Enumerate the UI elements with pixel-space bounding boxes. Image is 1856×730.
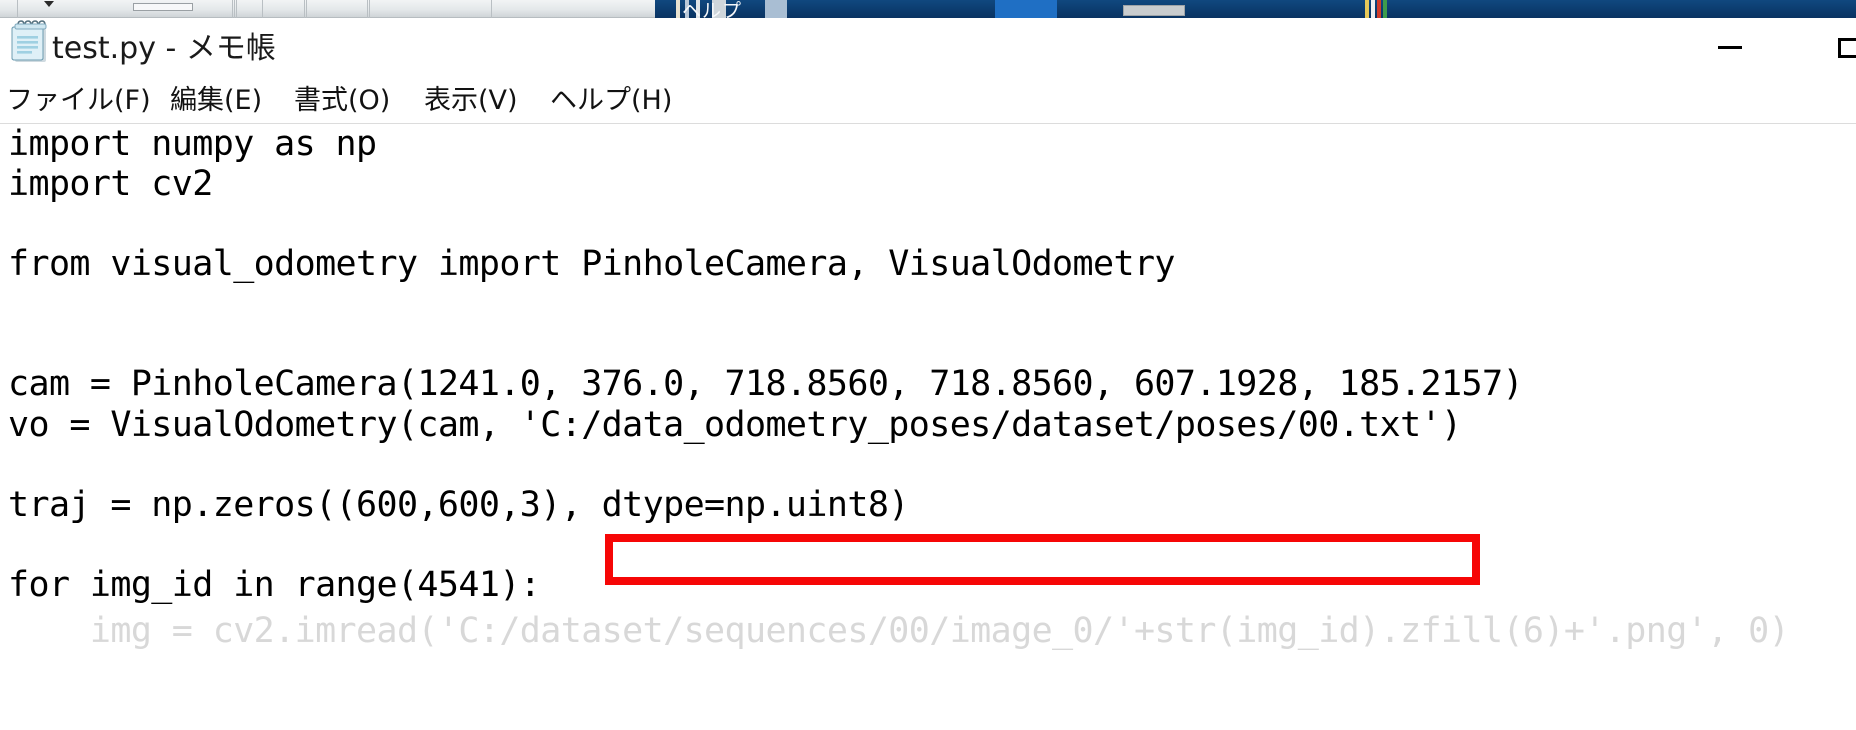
background-ribbon-divider-2 [234, 0, 235, 18]
background-accent-stripe-1 [676, 0, 680, 18]
minimize-icon [1718, 46, 1742, 49]
background-titlebar [655, 0, 1856, 18]
code-line-8: vo = VisualOdometry(cam, 'C:/data_odomet… [8, 405, 1462, 445]
background-ribbon-divider-8 [369, 0, 370, 18]
background-ribbon-divider-10 [17, 0, 18, 18]
menu-item-help[interactable]: ヘルプ(H) [550, 78, 672, 117]
background-ribbon-divider-1 [232, 0, 233, 18]
code-line-12: for img_id in range(4541): [8, 565, 541, 605]
notepad-titlebar[interactable]: test.py - メモ帳 [0, 18, 1856, 78]
code-line-2: import cv2 [8, 164, 213, 204]
maximize-button[interactable] [1822, 18, 1856, 76]
background-tab-2[interactable] [995, 0, 1057, 18]
notepad-text-area[interactable]: import numpy as np import cv2 from visua… [0, 124, 1856, 730]
background-tab-1[interactable] [765, 0, 787, 18]
background-ribbon-divider-9 [491, 0, 492, 18]
background-ribbon-divider-3 [236, 0, 237, 18]
menu-item-view[interactable]: 表示(V) [424, 78, 518, 117]
menu-item-file[interactable]: ファイル(F) [6, 78, 151, 117]
background-ribbon-control-1[interactable] [133, 3, 193, 11]
background-accent-stripe-6 [1371, 0, 1375, 18]
background-dropdown-caret-icon[interactable] [44, 1, 54, 7]
background-ribbon-divider-5 [304, 0, 305, 18]
background-accent-stripe-7 [1377, 0, 1381, 18]
code-line-4: from visual_odometry import PinholeCamer… [8, 244, 1176, 284]
notepad-menubar: ファイル(F) 編集(E) 書式(O) 表示(V) ヘルプ(H) [0, 78, 1856, 124]
minimize-button[interactable] [1692, 18, 1774, 76]
code-line-13-partial: img = cv2.imread('C:/dataset/sequences/0… [8, 611, 1790, 651]
window-title: test.py - メモ帳 [52, 31, 276, 66]
background-ribbon-divider-7 [367, 0, 368, 18]
code-line-7: cam = PinholeCamera(1241.0, 376.0, 718.8… [8, 364, 1524, 404]
background-ribbon-left [0, 0, 655, 18]
menu-item-format[interactable]: 書式(O) [294, 78, 390, 117]
notepad-window: test.py - メモ帳 ファイル(F) 編集(E) 書式(O) 表示(V) … [0, 18, 1856, 730]
background-window-title-partial: ヘルプ [682, 0, 743, 18]
maximize-icon [1838, 38, 1856, 58]
background-window-strip: ヘルプ [0, 0, 1856, 18]
background-ribbon-divider-6 [306, 0, 307, 18]
background-window-button[interactable] [1123, 5, 1185, 16]
notepad-icon [8, 19, 52, 65]
code-line-1: import numpy as np [8, 124, 377, 164]
code-line-10: traj = np.zeros((600,600,3), dtype=np.ui… [8, 485, 909, 525]
background-accent-stripe-5 [1365, 0, 1369, 18]
background-accent-stripe-8 [1383, 0, 1387, 18]
background-ribbon-divider-4 [262, 0, 263, 18]
menu-item-edit[interactable]: 編集(E) [170, 78, 262, 117]
red-annotation-box [605, 534, 1480, 585]
